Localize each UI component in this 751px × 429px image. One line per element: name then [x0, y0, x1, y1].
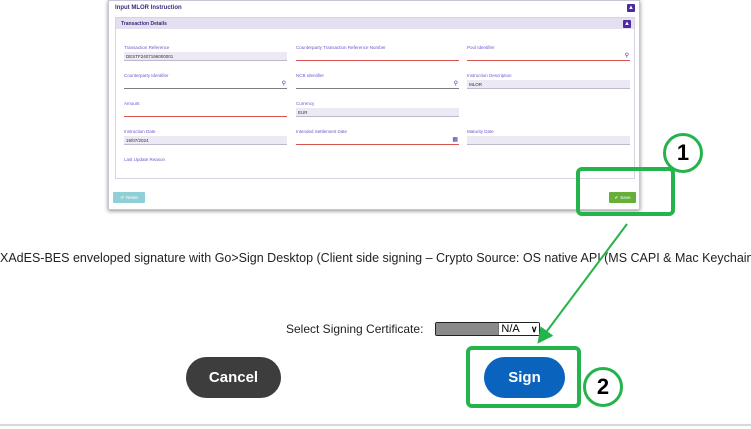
pointer-arrow	[537, 223, 628, 344]
step-2-badge: 2	[583, 367, 623, 407]
divider	[0, 424, 751, 426]
step-1-badge: 1	[663, 133, 703, 173]
